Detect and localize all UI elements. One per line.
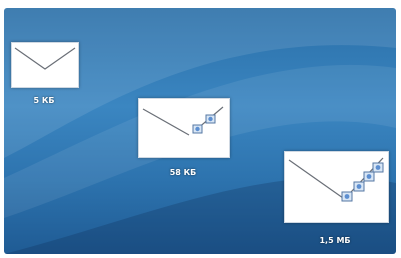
small-message-envelope-icon[interactable] <box>11 42 79 88</box>
attachment-icon <box>353 181 365 192</box>
large-message-envelope-icon[interactable] <box>284 151 389 223</box>
medium-message-size: 58 КБ <box>169 168 197 177</box>
attachment-icon <box>192 124 203 134</box>
attachment-icon <box>372 162 384 173</box>
medium-message-envelope-icon[interactable] <box>138 98 230 158</box>
envelope-icon <box>288 157 384 202</box>
envelope-icon <box>14 47 76 70</box>
desktop-background: 5 КБ 58 КБ 1,5 МБ <box>4 8 396 254</box>
attachment-icon <box>363 171 375 182</box>
attachment-icon <box>341 191 353 202</box>
attachment-icon <box>205 114 216 124</box>
small-message-size: 5 КБ <box>33 96 55 105</box>
large-message-size: 1,5 МБ <box>319 236 351 245</box>
envelope-icon <box>142 106 224 136</box>
